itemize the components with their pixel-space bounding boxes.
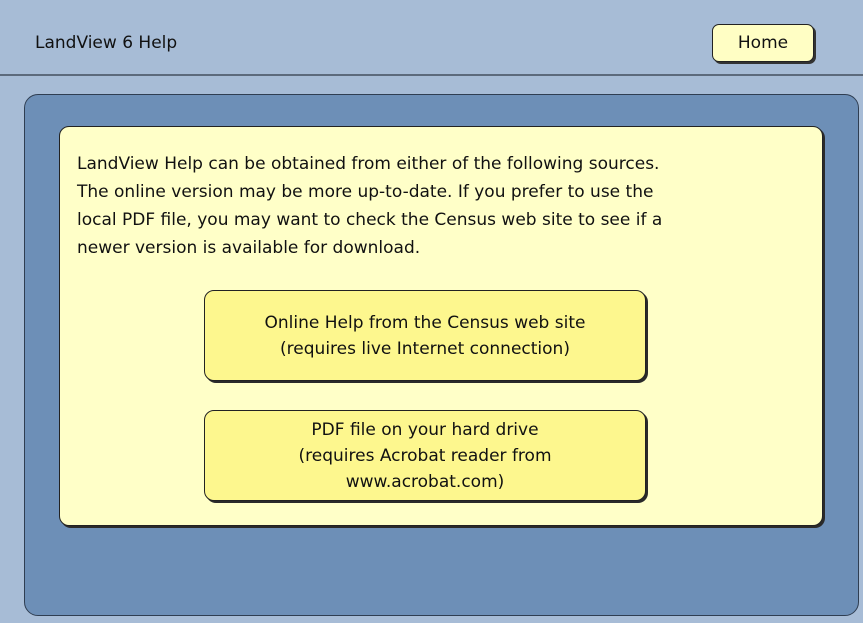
title-bar: LandView 6 Help Home (0, 0, 863, 76)
pdf-help-button[interactable]: PDF file on your hard drive (requires Ac… (204, 410, 646, 501)
window-title: LandView 6 Help (35, 33, 178, 53)
online-help-button-label: Online Help from the Census web site (re… (264, 312, 586, 359)
help-instructions-text: LandView Help can be obtained from eithe… (77, 154, 663, 258)
home-button[interactable]: Home (712, 24, 814, 62)
main-panel: LandView Help can be obtained from eithe… (24, 94, 859, 616)
pdf-help-button-label: PDF file on your hard drive (requires Ac… (298, 419, 552, 492)
help-options-card: LandView Help can be obtained from eithe… (59, 126, 823, 526)
online-help-button[interactable]: Online Help from the Census web site (re… (204, 290, 646, 381)
